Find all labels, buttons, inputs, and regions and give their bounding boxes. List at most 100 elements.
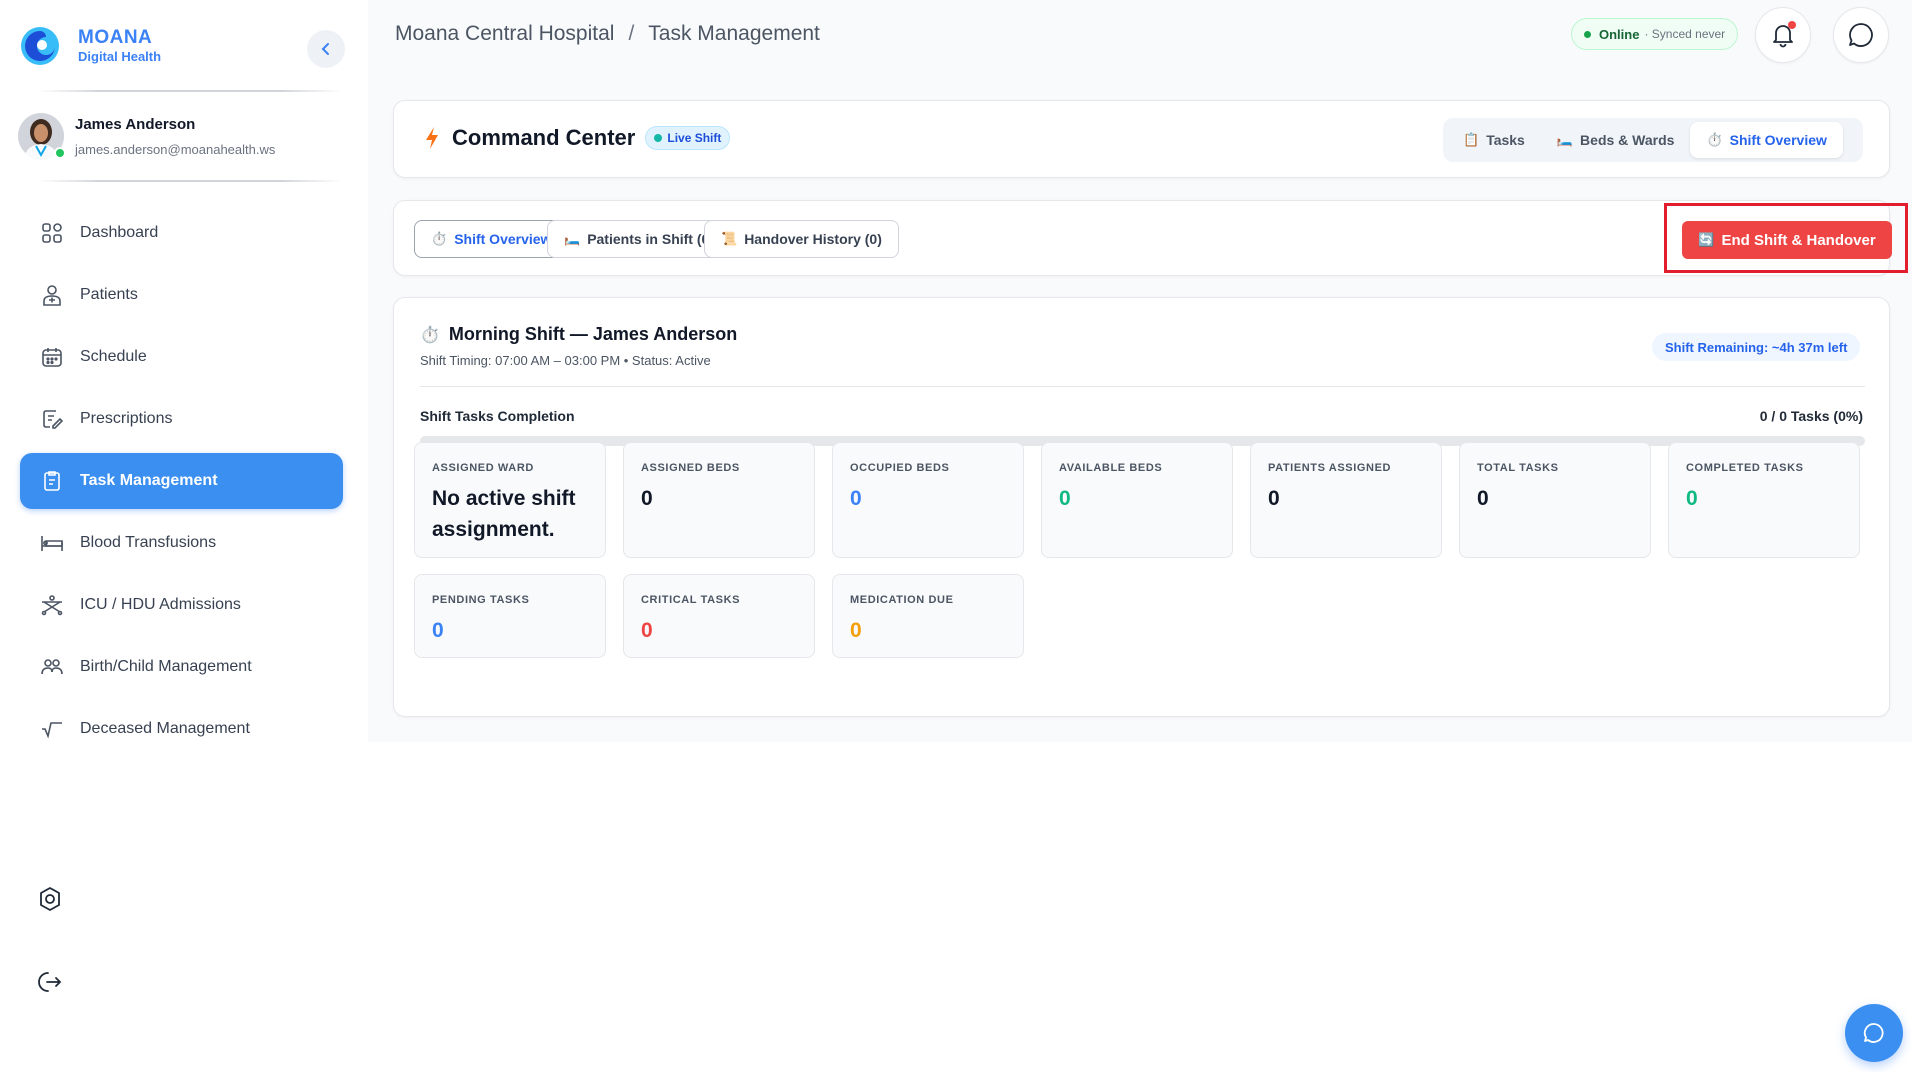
sidebar-item-label: Task Management <box>80 472 218 489</box>
sidebar-item-label: Blood Transfusions <box>80 534 217 551</box>
sidebar-item-dashboard[interactable]: Dashboard <box>20 205 343 261</box>
stat-label: COMPLETED TASKS <box>1686 462 1804 474</box>
end-shift-handover-button[interactable]: 🔄 End Shift & Handover <box>1682 221 1892 259</box>
divider <box>420 386 1865 387</box>
view-switcher: 📋 Tasks 🛏️ Beds & Wards ⏱️ Shift Overvie… <box>1443 118 1863 162</box>
sidebar-item-blood-transfusions[interactable]: Blood Transfusions <box>20 515 343 571</box>
sidebar-item-label: Prescriptions <box>80 410 173 427</box>
tab-handover-history[interactable]: 📜 Handover History (0) <box>704 220 899 258</box>
view-shift-overview[interactable]: ⏱️ Shift Overview <box>1690 122 1843 158</box>
clipboard-icon <box>40 469 64 493</box>
connection-status-badge: Online · Synced never <box>1571 18 1739 50</box>
notification-badge <box>1788 21 1796 29</box>
stat-occupied-beds: OCCUPIED BEDS 0 <box>832 442 1024 558</box>
stat-available-beds: AVAILABLE BEDS 0 <box>1041 442 1233 558</box>
sidebar-item-patients[interactable]: Patients <box>20 267 343 323</box>
stat-label: PENDING TASKS <box>432 594 530 606</box>
dashboard-grid-icon <box>40 221 64 245</box>
stat-value: 0 <box>1686 487 1698 510</box>
sidebar-nav: Dashboard Patients Schedule Prescription… <box>20 205 343 763</box>
notifications-button[interactable] <box>1755 7 1811 63</box>
breadcrumb-separator: / <box>628 22 635 45</box>
stat-label: AVAILABLE BEDS <box>1059 462 1163 474</box>
support-chat-button[interactable] <box>1845 1004 1903 1062</box>
chat-bubble-icon <box>1863 1023 1884 1043</box>
stat-value: 0 <box>850 487 862 510</box>
tab-label: Shift Overview <box>454 231 552 247</box>
brand-subtitle: Digital Health <box>78 49 162 64</box>
stopwatch-icon: ⏱️ <box>431 231 448 246</box>
command-center-title: Command Center <box>452 125 636 150</box>
stat-label: TOTAL TASKS <box>1477 462 1559 474</box>
status-online-label: Online <box>1599 26 1640 42</box>
breadcrumb-current: Task Management <box>648 22 820 45</box>
sidebar-item-task-management[interactable]: Task Management <box>20 453 343 509</box>
logout-icon[interactable] <box>36 968 64 996</box>
vital-sign-icon <box>40 717 64 741</box>
calendar-icon <box>40 345 64 369</box>
bed-icon <box>40 531 64 555</box>
shift-title: ⏱️ Morning Shift — James Anderson <box>420 324 737 345</box>
tab-label: Handover History (0) <box>744 231 882 247</box>
stat-medication-due: MEDICATION DUE 0 <box>832 574 1024 658</box>
breadcrumb-hospital[interactable]: Moana Central Hospital <box>395 22 614 45</box>
tab-shift-overview[interactable]: ⏱️ Shift Overview <box>414 220 569 258</box>
tab-label: Patients in Shift (0) <box>587 231 714 247</box>
avatar <box>18 113 66 159</box>
stat-assigned-ward: ASSIGNED WARD No active shift assignment… <box>414 442 606 558</box>
stat-critical-tasks: CRITICAL TASKS 0 <box>623 574 815 658</box>
view-tasks[interactable]: 📋 Tasks <box>1447 122 1541 158</box>
sidebar: MOANA Digital Health James Anderson jame… <box>0 0 368 1072</box>
divider <box>38 90 342 92</box>
shift-tabs-card: ⏱️ Shift Overview 🛏️ Patients in Shift (… <box>393 200 1908 276</box>
patients-icon <box>40 283 64 307</box>
progress-label: Shift Tasks Completion <box>420 408 575 424</box>
view-beds-wards[interactable]: 🛏️ Beds & Wards <box>1541 122 1691 158</box>
stat-assigned-beds: ASSIGNED BEDS 0 <box>623 442 815 558</box>
view-shift-overview-label: Shift Overview <box>1729 132 1827 148</box>
stat-value: 0 <box>1268 487 1280 510</box>
user-email: james.anderson@moanahealth.ws <box>75 142 276 157</box>
stat-value: 0 <box>850 619 862 642</box>
stretcher-icon <box>40 593 64 617</box>
shift-timing: Shift Timing: 07:00 AM – 03:00 PM • Stat… <box>420 353 711 368</box>
sidebar-item-label: ICU / HDU Admissions <box>80 596 241 613</box>
stopwatch-icon: ⏱️ <box>420 326 440 344</box>
live-shift-label: Live Shift <box>667 131 722 145</box>
sidebar-item-birth-child-management[interactable]: Birth/Child Management <box>20 639 343 695</box>
divider <box>38 180 342 182</box>
main-content: Moana Central Hospital / Task Management O… <box>368 0 1912 742</box>
sidebar-item-schedule[interactable]: Schedule <box>20 329 343 385</box>
sidebar-item-label: Schedule <box>80 348 147 365</box>
refresh-icon: 🔄 <box>1698 232 1715 247</box>
stat-value: 0 <box>1059 487 1071 510</box>
bed-icon: 🛏️ <box>1556 132 1574 147</box>
sidebar-item-icu-hdu-admissions[interactable]: ICU / HDU Admissions <box>20 577 343 633</box>
stat-value: 0 <box>1477 487 1489 510</box>
sidebar-item-label: Patients <box>80 286 138 303</box>
user-profile[interactable]: James Anderson james.anderson@moanahealt… <box>18 113 275 159</box>
collapse-sidebar-button[interactable] <box>307 30 345 68</box>
sidebar-item-label: Dashboard <box>80 224 159 241</box>
view-tasks-label: Tasks <box>1486 132 1525 148</box>
settings-gear-icon[interactable] <box>36 885 64 913</box>
stat-label: MEDICATION DUE <box>850 594 954 606</box>
messages-button[interactable] <box>1833 7 1889 63</box>
stat-value: 0 <box>432 619 444 642</box>
clipboard-icon: 📋 <box>1463 132 1480 147</box>
view-beds-wards-label: Beds & Wards <box>1580 132 1675 148</box>
breadcrumb: Moana Central Hospital / Task Management <box>395 22 820 46</box>
brand[interactable]: MOANA Digital Health <box>20 26 161 66</box>
sidebar-item-deceased-management[interactable]: Deceased Management <box>20 701 343 757</box>
live-dot <box>654 134 663 142</box>
end-shift-label: End Shift & Handover <box>1721 231 1876 249</box>
sidebar-item-prescriptions[interactable]: Prescriptions <box>20 391 343 447</box>
sidebar-item-label: Birth/Child Management <box>80 658 252 675</box>
stat-label: PATIENTS ASSIGNED <box>1268 462 1392 474</box>
stat-value: 0 <box>641 487 653 510</box>
stat-label: ASSIGNED BEDS <box>641 462 740 474</box>
stat-value: No active shift assignment. <box>432 487 576 541</box>
progress-count: 0 / 0 Tasks (0%) <box>1759 408 1863 424</box>
stopwatch-icon: ⏱️ <box>1706 132 1723 147</box>
lightning-icon <box>426 127 438 149</box>
